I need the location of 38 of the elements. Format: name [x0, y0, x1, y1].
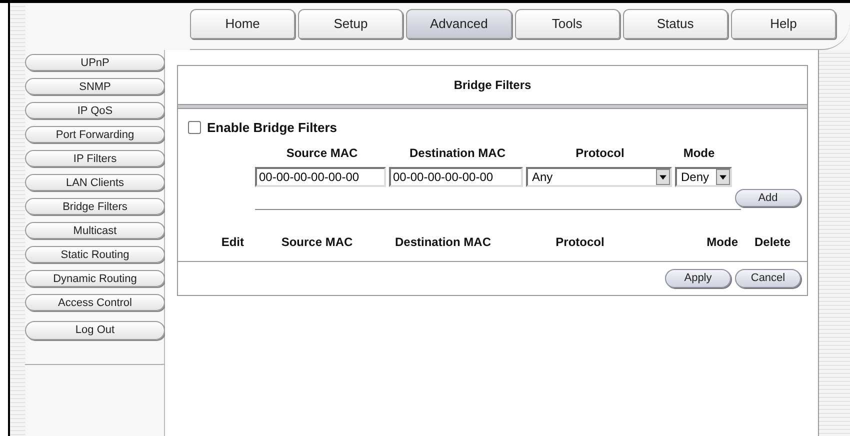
dropdown[interactable]: Any [526, 166, 672, 186]
column-header: Delete [753, 234, 792, 250]
logout-button[interactable]: Log Out [25, 321, 165, 340]
column-header: Destination MAC [408, 144, 506, 162]
sidebar-item[interactable]: SNMP [25, 78, 165, 95]
checkbox[interactable] [188, 121, 201, 134]
sidebar-item[interactable]: Multicast [25, 222, 165, 239]
sidebar-item[interactable]: LAN Clients [25, 174, 165, 191]
sidebar-item[interactable]: UPnP [25, 54, 165, 71]
nav-tab[interactable]: Home [190, 9, 296, 39]
column-header: Edit [220, 234, 245, 250]
column-header: Destination MAC [394, 234, 492, 250]
destination-mac-field[interactable]: 00-00-00-00-00-00 [389, 166, 523, 186]
column-header: Mode [706, 234, 738, 250]
nav-tab[interactable]: Advanced [406, 9, 512, 39]
column-header: Protocol [574, 144, 626, 162]
nav-tab[interactable]: Help [730, 9, 836, 39]
add-button[interactable]: Add [735, 188, 801, 206]
nav-tab[interactable]: Status [622, 9, 728, 39]
form-button[interactable]: Cancel [735, 268, 801, 288]
source-mac-field[interactable]: 00-00-00-00-00-00 [255, 166, 386, 186]
nav-tab[interactable]: Tools [514, 9, 620, 39]
sidebar-item[interactable]: IP Filters [25, 150, 165, 167]
sidebar-item[interactable]: Access Control [25, 294, 165, 311]
sidebar-item[interactable]: Dynamic Routing [25, 270, 165, 287]
sidebar-item[interactable]: Port Forwarding [25, 126, 165, 143]
column-header: Mode [682, 144, 716, 162]
sidebar-item[interactable]: Static Routing [25, 246, 165, 263]
checkbox-label: Enable Bridge Filters [207, 119, 338, 137]
sidebar-item[interactable]: IP QoS [25, 102, 165, 119]
column-header: Protocol [554, 234, 606, 250]
nav-tab[interactable]: Setup [298, 9, 404, 39]
dropdown[interactable]: Deny [675, 166, 732, 186]
column-header: Source MAC [280, 234, 354, 250]
sidebar-item[interactable]: Bridge Filters [25, 198, 165, 215]
panel-title: Bridge Filters [452, 77, 532, 94]
form-button[interactable]: Apply [665, 268, 731, 288]
column-header: Source MAC [285, 144, 359, 162]
